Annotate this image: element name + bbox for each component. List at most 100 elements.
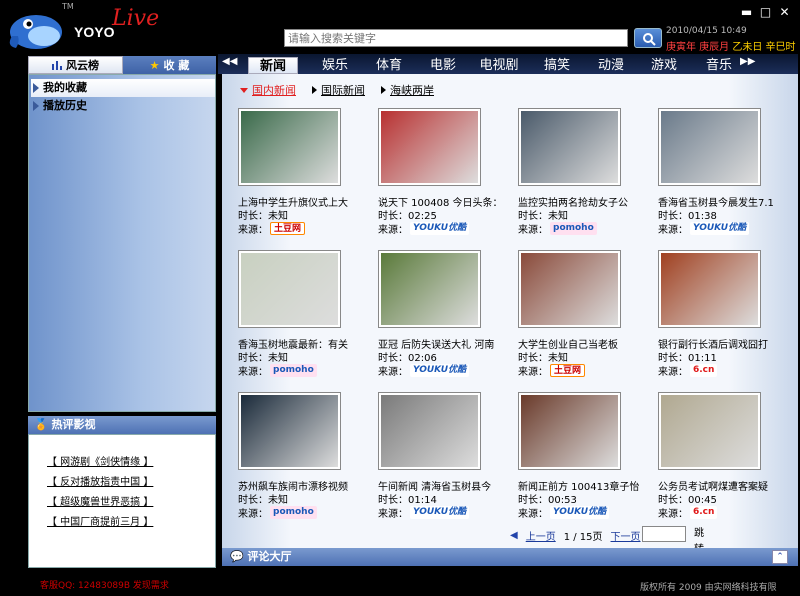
video-thumbnail[interactable]: [378, 108, 481, 186]
tab-favorites-label: 收 藏: [163, 59, 190, 72]
subtab-item[interactable]: 国际新闻: [312, 82, 365, 98]
video-card[interactable]: 亚冠 后防失误送大礼 河南 时长：02:06 来源： YOUKU优酷: [378, 250, 518, 380]
video-card[interactable]: 新闻正前方 100413章子怡 时长：00:53 来源： YOUKU优酷: [518, 392, 658, 522]
video-card[interactable]: 香海省玉树县今晨发生7.1 时长：01:38 来源： YOUKU优酷: [658, 108, 798, 238]
source-badge: pomoho: [270, 364, 317, 377]
video-card[interactable]: 监控实拍两名抢劫女子公 时长：未知 来源： pomoho: [518, 108, 658, 238]
go-button[interactable]: 跳转: [690, 526, 708, 555]
video-card[interactable]: 午间新闻 清海省玉树县今 时长：01:14 来源： YOUKU优酷: [378, 392, 518, 522]
minimize-icon[interactable]: ▬: [740, 6, 753, 19]
tab-category[interactable]: 电视剧: [470, 57, 528, 74]
video-thumbnail[interactable]: [658, 108, 761, 186]
next-page-link[interactable]: 下一页: [611, 528, 641, 543]
video-thumbnail[interactable]: [238, 392, 341, 470]
comment-title: 评论大厅: [247, 550, 292, 563]
hot-review-item[interactable]: 【 中国厂商提前三月 】: [47, 513, 153, 528]
triangle-down-icon: [240, 87, 248, 93]
video-source: 来源： YOUKU优酷: [658, 221, 750, 236]
source-badge: YOUKU优酷: [550, 506, 610, 519]
search-icon: [643, 33, 656, 46]
video-thumbnail[interactable]: [658, 392, 761, 470]
video-card[interactable]: 苏州飙车族闹市漂移视频 时长：未知 来源： pomoho: [238, 392, 378, 522]
prev-arrow-icon: ◀: [510, 530, 518, 541]
tab-category[interactable]: 娱乐: [310, 57, 360, 74]
page-input[interactable]: [642, 526, 686, 542]
video-thumbnail[interactable]: [658, 250, 761, 328]
source-label: 来源：: [378, 367, 408, 378]
source-label: 来源：: [378, 509, 408, 520]
video-card[interactable]: 大学生创业自己当老板 时长：未知 来源： 土豆网: [518, 250, 658, 380]
maximize-icon[interactable]: □: [759, 6, 772, 19]
tab-category[interactable]: 音乐: [694, 57, 744, 74]
hot-reviews-header: 🏅 热评影视: [28, 416, 216, 434]
video-card[interactable]: 说天下 100408 今日头条： 时长：02:25 来源： YOUKU优酷: [378, 108, 518, 238]
dolphin-logo-icon: [9, 15, 62, 49]
page-info: 1 / 15页: [563, 532, 603, 543]
hot-review-item[interactable]: 【 超级魔兽世界恶搞 】: [47, 493, 153, 508]
thumbnail-image: [381, 253, 478, 325]
video-thumbnail[interactable]: [518, 392, 621, 470]
tab-ranking[interactable]: 风云榜: [28, 56, 123, 74]
source-badge: YOUKU优酷: [410, 364, 470, 377]
tab-category[interactable]: 体育: [364, 57, 414, 74]
almanac-yellow: 乙未日 辛巳时: [732, 42, 796, 53]
main-content: 国内新闻 国际新闻 海峡两岸 上海中学生升旗仪式上大 时长：未知 来源： 土豆网 说天…: [222, 74, 798, 555]
collapse-icon[interactable]: ⌃: [772, 550, 788, 564]
video-thumbnail[interactable]: [518, 250, 621, 328]
tabs-scroll-right-icon[interactable]: ▶▶: [740, 56, 755, 72]
hot-review-item[interactable]: 【 网游剧《剑侠情缘 】: [47, 453, 153, 468]
thumbnail-image: [661, 253, 758, 325]
prev-page-link[interactable]: 上一页: [526, 528, 556, 543]
tab-category[interactable]: 新闻: [248, 57, 298, 74]
subtab-item[interactable]: 国内新闻: [240, 82, 296, 98]
search-input[interactable]: [284, 29, 628, 47]
video-duration: 时长：未知: [518, 207, 568, 222]
arrow-right-icon: [33, 101, 39, 111]
video-thumbnail[interactable]: [378, 250, 481, 328]
thumbnail-image: [381, 395, 478, 467]
tab-favorites[interactable]: ★ 收 藏: [123, 56, 216, 74]
subtab-item[interactable]: 海峡两岸: [381, 82, 434, 98]
video-source: 来源： 6.cn: [658, 363, 718, 378]
source-badge: pomoho: [550, 222, 597, 235]
video-thumbnail[interactable]: [238, 108, 341, 186]
sidebar-item-my-favorites[interactable]: 我的收藏: [31, 79, 215, 97]
tab-category[interactable]: 搞笑: [532, 57, 582, 74]
tab-ranking-label: 风云榜: [66, 59, 99, 72]
hot-review-item[interactable]: 【 反对播放指责中国 】: [47, 473, 153, 488]
video-duration: 时长：未知: [518, 349, 568, 364]
video-source: 来源： YOUKU优酷: [378, 221, 470, 236]
sidebar-item-history[interactable]: 播放历史: [31, 97, 215, 115]
tab-category[interactable]: 动漫: [586, 57, 636, 74]
thumbnail-image: [381, 111, 478, 183]
source-label: 来源：: [518, 225, 548, 236]
source-badge: 6.cn: [690, 364, 718, 377]
source-label: 来源：: [238, 509, 268, 520]
video-duration: 时长：未知: [238, 207, 288, 222]
video-thumbnail[interactable]: [238, 250, 341, 328]
tabs-scroll-left-icon[interactable]: ◀◀: [222, 56, 237, 72]
tab-category[interactable]: 游戏: [638, 57, 690, 74]
video-card[interactable]: 香海玉树地震最新：有关 时长：未知 来源： pomoho: [238, 250, 378, 380]
triangle-right-icon: [381, 86, 386, 94]
trademark: TM: [62, 2, 74, 11]
close-icon[interactable]: ✕: [778, 6, 791, 19]
left-tabs: 风云榜 ★ 收 藏: [28, 56, 216, 74]
comment-bar[interactable]: 💬 评论大厅: [222, 548, 798, 566]
tab-category[interactable]: 电影: [418, 57, 468, 74]
video-card[interactable]: 公务员考试啊煤遭客案疑 时长：00:45 来源： 6.cn: [658, 392, 798, 522]
category-tabs: 新闻 娱乐 体育 电影 电视剧 搞笑 动漫 游戏 音乐: [218, 54, 798, 74]
source-badge: YOUKU优酷: [690, 222, 750, 235]
video-thumbnail[interactable]: [378, 392, 481, 470]
thumbnail-image: [521, 253, 618, 325]
source-badge: YOUKU优酷: [410, 506, 470, 519]
video-thumbnail[interactable]: [518, 108, 621, 186]
source-badge: 6.cn: [690, 506, 718, 519]
video-card[interactable]: 上海中学生升旗仪式上大 时长：未知 来源： 土豆网: [238, 108, 378, 238]
source-label: 来源：: [378, 225, 408, 236]
footer-support: 客服QQ: 12483089B 发现需求: [40, 581, 169, 591]
almanac-red: 庚寅年 庚辰月: [666, 42, 733, 53]
thumbnail-image: [661, 111, 758, 183]
search-button[interactable]: [634, 28, 662, 48]
video-card[interactable]: 银行副行长酒后调戏囧打 时长：01:11 来源： 6.cn: [658, 250, 798, 380]
